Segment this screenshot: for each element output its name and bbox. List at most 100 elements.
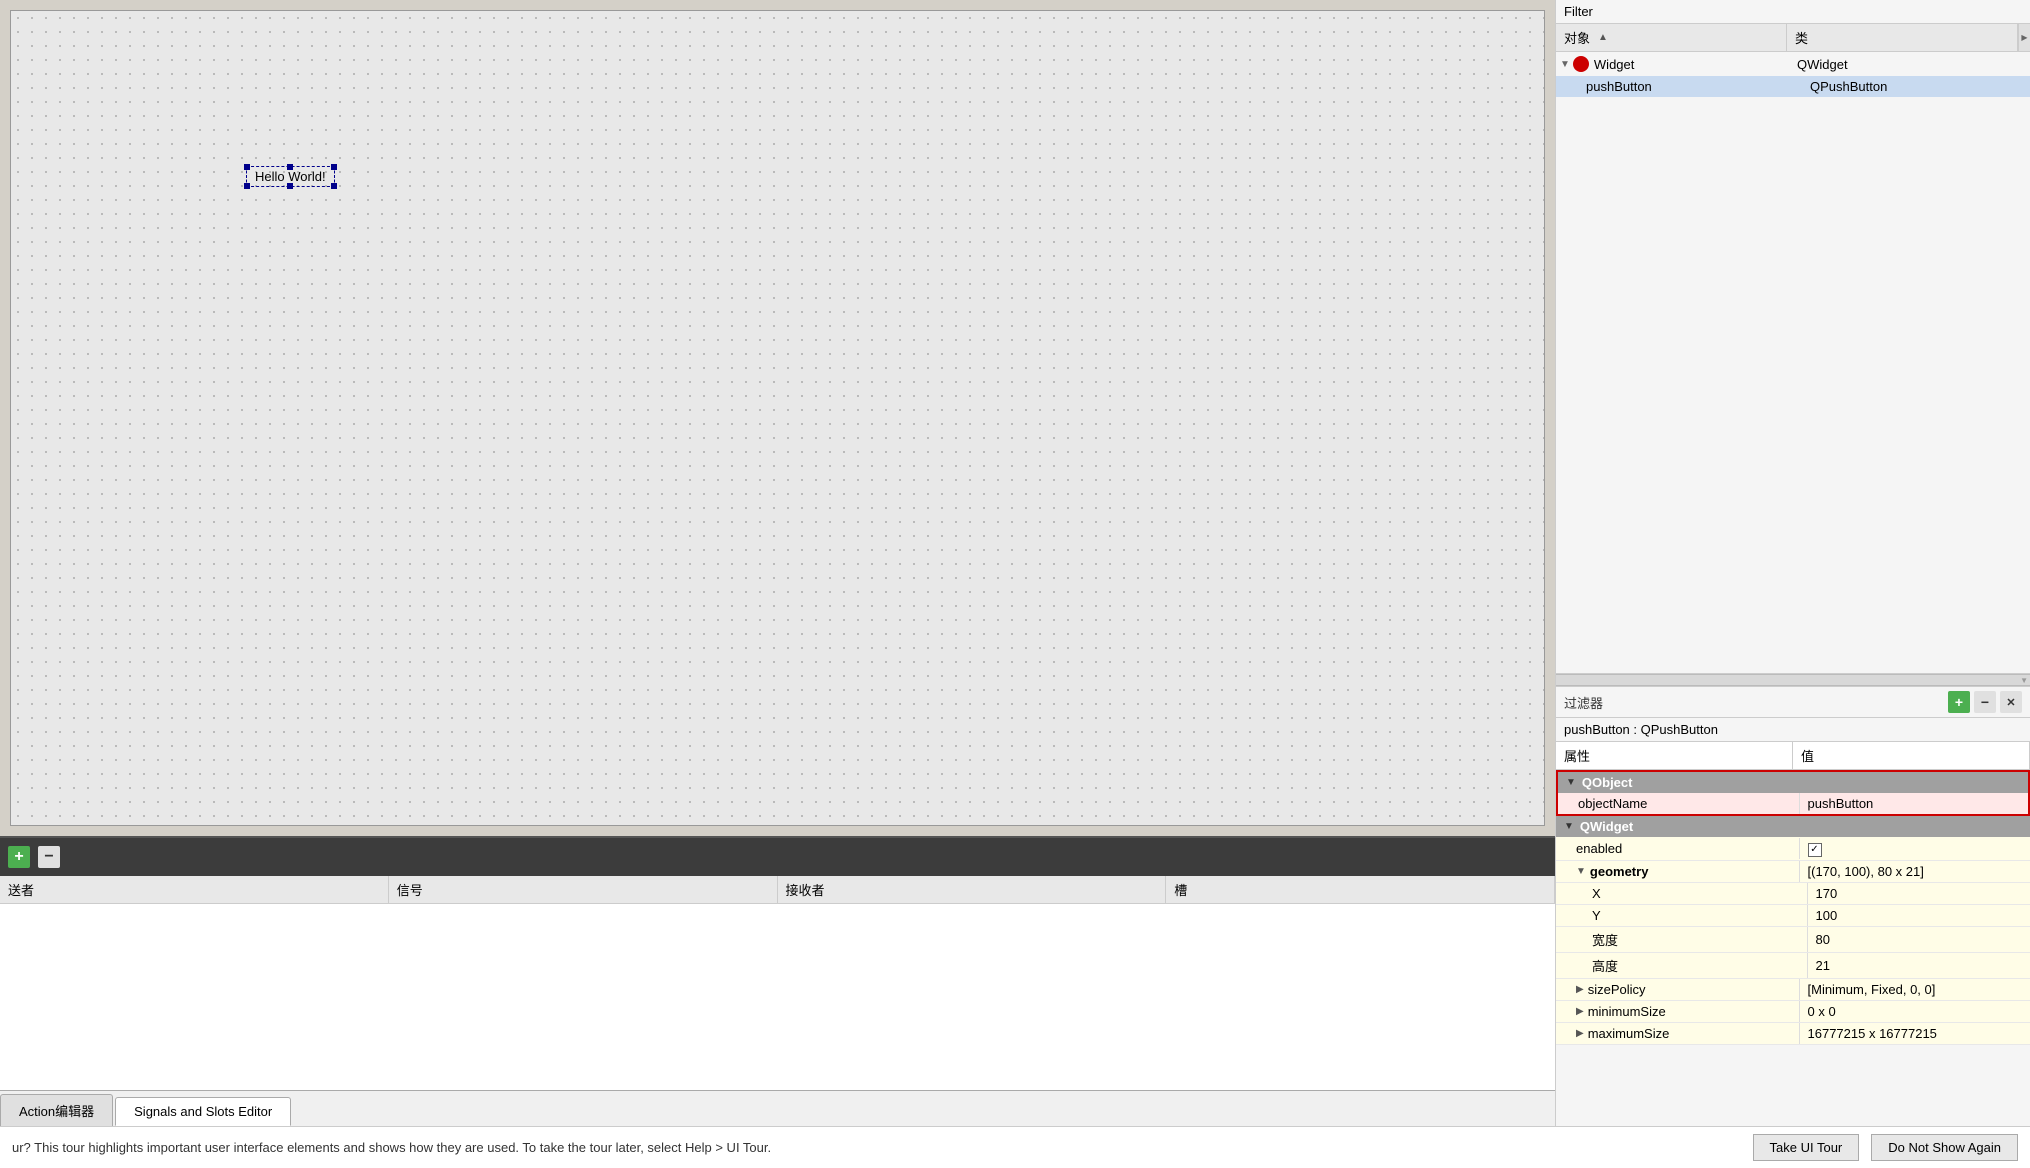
qobject-arrow: ▼	[1566, 777, 1576, 788]
resize-handle-tr[interactable]	[331, 164, 337, 170]
filter-bar: Filter	[1556, 0, 2030, 24]
resize-handle-br[interactable]	[331, 183, 337, 189]
tour-bar: ur? This tour highlights important user …	[0, 1126, 2030, 1168]
add-connection-button[interactable]: +	[8, 846, 30, 868]
tour-bar-text: ur? This tour highlights important user …	[12, 1140, 1741, 1155]
pushbutton-name: pushButton	[1586, 79, 1652, 94]
expand-arrow-widget[interactable]: ▼	[1560, 59, 1570, 70]
prop-col-value: 值	[1793, 742, 2030, 769]
signals-table-header: 送者 信号 接收者 槽	[0, 876, 1555, 904]
widget-button-label: Hello World!	[255, 169, 326, 184]
col-class: 类	[1787, 24, 2018, 51]
prop-name-y: Y	[1556, 905, 1808, 926]
prop-group-qwidget-container: ▼ QWidget enabled ✓ ▼ geome	[1556, 816, 2030, 1045]
prop-title: pushButton : QPushButton	[1556, 718, 2030, 742]
prop-row-minsize[interactable]: ▶ minimumSize 0 x 0	[1556, 1001, 2030, 1023]
prop-row-width[interactable]: 宽度 80	[1556, 927, 2030, 953]
prop-row-x[interactable]: X 170	[1556, 883, 2030, 905]
prop-row-enabled[interactable]: enabled ✓	[1556, 837, 2030, 861]
do-not-show-button[interactable]: Do Not Show Again	[1871, 1134, 2018, 1161]
prop-filter-label: 过滤器	[1564, 693, 1603, 712]
prop-name-maxsize: ▶ maximumSize	[1556, 1023, 1800, 1044]
prop-wrench-button[interactable]: ✕	[2000, 691, 2022, 713]
col-signal: 信号	[389, 876, 778, 903]
filter-label: Filter	[1564, 4, 1593, 19]
maxsize-label: maximumSize	[1588, 1026, 1670, 1041]
prop-row-objectname[interactable]: objectName pushButton	[1558, 793, 2028, 814]
scroll-right-arrow[interactable]: ▶	[2018, 24, 2030, 51]
qwidget-label: QWidget	[1580, 819, 1633, 834]
take-tour-button[interactable]: Take UI Tour	[1753, 1134, 1860, 1161]
prop-name-x: X	[1556, 883, 1808, 904]
resize-handle-tm[interactable]	[287, 164, 293, 170]
properties-toolbar: 过滤器 + − ✕	[1556, 687, 2030, 718]
prop-name-minsize: ▶ minimumSize	[1556, 1001, 1800, 1022]
sizepolicy-expand-arrow[interactable]: ▶	[1576, 984, 1584, 995]
inspector-row-pushbutton[interactable]: pushButton QPushButton	[1556, 76, 2030, 97]
widget-name: Widget	[1594, 57, 1634, 72]
prop-name-sizepolicy: ▶ sizePolicy	[1556, 979, 1800, 1000]
maxsize-expand-arrow[interactable]: ▶	[1576, 1028, 1584, 1039]
sort-arrow-object[interactable]: ▲	[1598, 32, 1608, 43]
prop-value-x[interactable]: 170	[1808, 883, 2030, 904]
prop-row-geometry[interactable]: ▼ geometry [(170, 100), 80 x 21]	[1556, 861, 2030, 883]
prop-name-height: 高度	[1556, 953, 1808, 978]
inspector-row-widget[interactable]: ▼ Widget QWidget	[1556, 52, 2030, 76]
prop-value-enabled[interactable]: ✓	[1800, 837, 2030, 860]
prop-name-enabled: enabled	[1556, 838, 1800, 859]
inspector-header: 对象 ▲ 类 ▶	[1556, 24, 2030, 52]
signals-table-rows	[0, 904, 1555, 1090]
prop-value-sizepolicy: [Minimum, Fixed, 0, 0]	[1800, 979, 2030, 1000]
qwidget-arrow: ▼	[1564, 821, 1574, 832]
pushbutton-class: QPushButton	[1802, 79, 2030, 94]
signals-slots-toolbar: + −	[0, 838, 1555, 876]
bottom-tabs: Action编辑器 Signals and Slots Editor	[0, 1090, 1555, 1126]
tab-action-editor[interactable]: Action编辑器	[0, 1094, 113, 1126]
prop-name-geometry: ▼ geometry	[1556, 861, 1800, 882]
prop-col-name: 属性	[1556, 742, 1793, 769]
col-class-label: 类	[1795, 28, 1808, 47]
prop-row-height[interactable]: 高度 21	[1556, 953, 2030, 979]
prop-value-height[interactable]: 21	[1808, 955, 2030, 976]
prop-add-button[interactable]: +	[1948, 691, 1970, 713]
inspector-body: ▼ Widget QWidget pushButton QPushButton	[1556, 52, 2030, 673]
resize-handle-bm[interactable]	[287, 183, 293, 189]
prop-table-header: 属性 值	[1556, 742, 2030, 770]
prop-row-maxsize[interactable]: ▶ maximumSize 16777215 x 16777215	[1556, 1023, 2030, 1045]
col-object-label: 对象	[1564, 28, 1590, 47]
signals-table-body	[0, 904, 1555, 1090]
canvas-widget-button[interactable]: Hello World!	[246, 166, 335, 187]
geometry-expand-arrow[interactable]: ▼	[1576, 866, 1586, 877]
scroll-down-indicator: ▼	[2020, 676, 2028, 685]
prop-value-width[interactable]: 80	[1808, 929, 2030, 950]
prop-name-objectname: objectName	[1558, 793, 1800, 814]
prop-row-sizepolicy[interactable]: ▶ sizePolicy [Minimum, Fixed, 0, 0]	[1556, 979, 2030, 1001]
geometry-label: geometry	[1590, 864, 1649, 879]
prop-value-geometry: [(170, 100), 80 x 21]	[1800, 861, 2030, 882]
prop-row-y[interactable]: Y 100	[1556, 905, 2030, 927]
prop-value-y[interactable]: 100	[1808, 905, 2030, 926]
prop-group-qwidget[interactable]: ▼ QWidget	[1556, 816, 2030, 837]
remove-connection-button[interactable]: −	[38, 846, 60, 868]
prop-value-maxsize: 16777215 x 16777215	[1800, 1023, 2030, 1044]
minsize-label: minimumSize	[1588, 1004, 1666, 1019]
sizepolicy-label: sizePolicy	[1588, 982, 1646, 997]
widget-class: QWidget	[1789, 57, 2030, 72]
prop-group-qobject[interactable]: ▼ QObject	[1558, 772, 2028, 793]
prop-value-minsize: 0 x 0	[1800, 1001, 2030, 1022]
panel-separator: ▼	[1556, 674, 2030, 686]
widget-icon	[1572, 55, 1590, 73]
tab-signals-slots[interactable]: Signals and Slots Editor	[115, 1097, 291, 1126]
col-sender: 送者	[0, 876, 389, 903]
prop-name-width: 宽度	[1556, 927, 1808, 952]
col-receiver: 接收者	[778, 876, 1167, 903]
prop-remove-button[interactable]: −	[1974, 691, 1996, 713]
prop-toolbar-buttons: + − ✕	[1948, 691, 2022, 713]
resize-handle-tl[interactable]	[244, 164, 250, 170]
enabled-checkbox[interactable]: ✓	[1808, 843, 1822, 857]
resize-handle-bl[interactable]	[244, 183, 250, 189]
prop-table: 属性 值 ▼ QObject objectName pushButton	[1556, 742, 2030, 1126]
prop-value-objectname[interactable]: pushButton	[1800, 793, 2029, 814]
minsize-expand-arrow[interactable]: ▶	[1576, 1006, 1584, 1017]
qobject-label: QObject	[1582, 775, 1633, 790]
